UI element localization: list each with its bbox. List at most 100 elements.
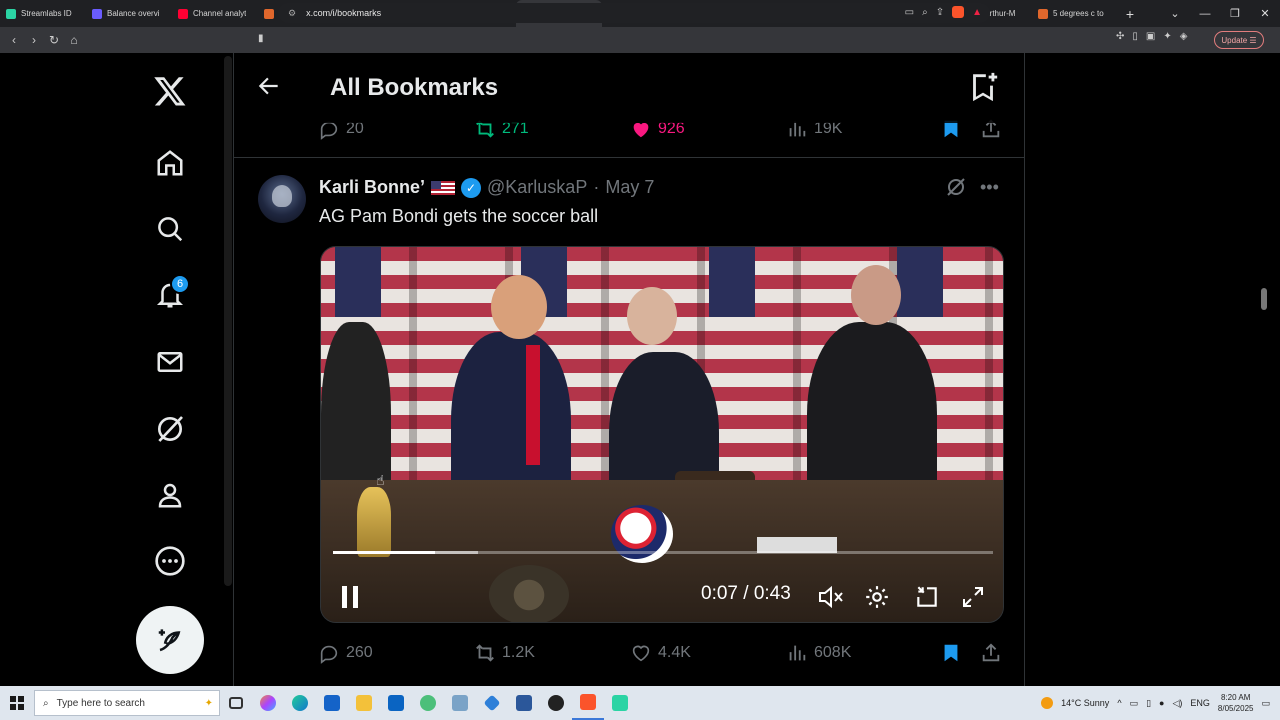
repost-icon	[476, 644, 494, 662]
taskbar-search-input[interactable]: ⌕ Type here to search ✦	[34, 690, 220, 716]
bookmark-action[interactable]	[940, 642, 962, 664]
views-action[interactable]: 608K	[786, 642, 851, 664]
grok-explain-icon[interactable]	[944, 175, 968, 204]
post-divider	[234, 157, 1024, 158]
grok-icon[interactable]	[150, 409, 190, 449]
verified-badge-icon[interactable]: ✓	[461, 177, 482, 198]
browser-tab-2[interactable]: Channel analyt	[172, 0, 258, 27]
url-field[interactable]: ⚙ x.com/i/bookmarks ▭ ⌕ ⇪ ▲	[278, 3, 990, 23]
video-player[interactable]: 0:07 / 0:43	[320, 246, 1004, 623]
video-settings-button[interactable]	[861, 581, 893, 613]
browser-tab-0[interactable]: Streamlabs ID	[0, 0, 86, 27]
obs-icon[interactable]	[540, 686, 572, 720]
repost-action[interactable]: 1.2K	[474, 642, 535, 664]
language-indicator[interactable]: ENG	[1190, 698, 1210, 708]
sidebar-scrollbar[interactable]	[224, 56, 232, 586]
avatar[interactable]	[258, 175, 306, 223]
site-info-icon[interactable]: ⚙	[288, 8, 296, 19]
weather-sun-icon[interactable]	[1041, 697, 1054, 709]
timeline-header: All Bookmarks	[234, 53, 1024, 123]
video-progress-fill	[333, 551, 436, 554]
messages-mail-icon[interactable]	[150, 342, 190, 382]
app-icon-green[interactable]	[412, 686, 444, 720]
leo-icon[interactable]: ✦	[1163, 31, 1171, 42]
fullscreen-button[interactable]	[957, 581, 989, 613]
extensions-row: ✣ ▯ ▣ ✦ ◈	[1116, 31, 1187, 42]
reply-action[interactable]: 260	[318, 642, 373, 664]
explore-search-icon[interactable]	[150, 209, 190, 249]
bookmark-page-icon[interactable]: ▮	[258, 33, 264, 44]
page-scrollbar[interactable]	[1258, 53, 1270, 686]
update-button[interactable]: Update ☰	[1214, 31, 1264, 49]
share-action[interactable]	[980, 642, 1002, 664]
video-progress-bar[interactable]	[333, 551, 993, 554]
add-bookmark-folder-icon[interactable]	[966, 69, 1000, 110]
tray-chevron-icon[interactable]: ^	[1117, 698, 1121, 708]
gear-icon	[866, 586, 888, 608]
x-logo-icon[interactable]	[150, 71, 190, 111]
copilot-icon[interactable]	[252, 686, 284, 720]
sidebar-toggle-icon[interactable]: ▯	[1132, 31, 1138, 42]
outlook-icon[interactable]	[380, 686, 412, 720]
presidential-seal-image	[489, 565, 569, 622]
volume-icon[interactable]: ◁)	[1172, 698, 1182, 709]
more-options-icon[interactable]	[150, 541, 190, 581]
profile-icon[interactable]	[150, 475, 190, 515]
taskbar-clock[interactable]: 8:20 AM 8/05/2025	[1218, 692, 1254, 714]
compose-post-button[interactable]	[136, 606, 204, 674]
extensions-icon[interactable]: ✣	[1116, 31, 1124, 42]
tab-favicon-icon	[92, 8, 102, 19]
brave-browser-icon[interactable]	[572, 686, 604, 720]
pause-button[interactable]	[335, 581, 367, 613]
notepad-icon[interactable]	[444, 686, 476, 720]
mute-button[interactable]	[815, 581, 847, 613]
pip-icon	[917, 586, 937, 607]
share-icon[interactable]: ⇪	[936, 7, 944, 18]
streamlabs-icon[interactable]	[604, 686, 636, 720]
back-nav-button[interactable]: ‹	[4, 33, 24, 47]
task-view-icon[interactable]	[220, 686, 252, 720]
browser-tab-12[interactable]: 5 degrees c to	[1032, 0, 1118, 27]
reply-icon	[320, 645, 338, 664]
tab-search-icon[interactable]: ⌄	[1160, 7, 1190, 20]
vpn-icon[interactable]: ◈	[1180, 31, 1188, 42]
picture-in-picture-button[interactable]	[911, 581, 943, 613]
soccer-ball-image	[611, 505, 673, 563]
home-button[interactable]: ⌂	[64, 33, 84, 47]
user-handle[interactable]: @KarluskaP	[487, 177, 587, 198]
home-icon[interactable]	[150, 143, 190, 183]
mic-icon[interactable]: ●	[1159, 698, 1164, 708]
display-name[interactable]: Karli Bonne’	[319, 177, 425, 198]
restore-button[interactable]: ❐	[1220, 7, 1250, 20]
forward-nav-button[interactable]: ›	[24, 33, 44, 47]
post-more-icon[interactable]: •••	[980, 177, 999, 198]
reload-button[interactable]: ↻	[44, 33, 64, 47]
brave-shields-icon[interactable]	[952, 6, 965, 18]
system-tray: 14°C Sunny ^ ▭ ▯ ● ◁) ENG 8:20 AM 8/05/2…	[1041, 686, 1280, 720]
minimize-button[interactable]: —	[1190, 8, 1220, 20]
page-scrollbar-thumb[interactable]	[1261, 288, 1267, 310]
edge-icon[interactable]	[284, 686, 316, 720]
store-icon[interactable]	[316, 686, 348, 720]
cast-icon[interactable]: ▭	[905, 7, 914, 18]
pause-icon	[342, 586, 358, 608]
app-icon-blue[interactable]	[476, 686, 508, 720]
like-action[interactable]: 4.4K	[630, 642, 691, 664]
browser-tab-1[interactable]: Balance overvi	[86, 0, 172, 27]
windows-start-icon[interactable]	[0, 686, 34, 720]
post-author-row: Karli Bonne’ ✓ @KarluskaP · May 7	[319, 177, 654, 198]
brave-rewards-icon[interactable]: ▲	[972, 7, 982, 18]
back-arrow-icon[interactable]	[256, 73, 282, 104]
speaker-muted-icon	[819, 585, 843, 609]
wallet-icon[interactable]: ▣	[1146, 31, 1155, 42]
weather-text[interactable]: 14°C Sunny	[1061, 698, 1109, 708]
new-tab-button[interactable]: +	[1118, 6, 1142, 22]
word-icon[interactable]	[508, 686, 540, 720]
notifications-center-icon[interactable]: ▭	[1261, 698, 1270, 709]
battery-icon[interactable]: ▯	[1146, 698, 1151, 709]
zoom-icon[interactable]: ⌕	[922, 7, 928, 18]
file-explorer-icon[interactable]	[348, 686, 380, 720]
network-icon[interactable]: ▭	[1130, 698, 1139, 709]
close-window-button[interactable]: ✕	[1250, 7, 1280, 20]
post-date[interactable]: May 7	[605, 177, 654, 198]
